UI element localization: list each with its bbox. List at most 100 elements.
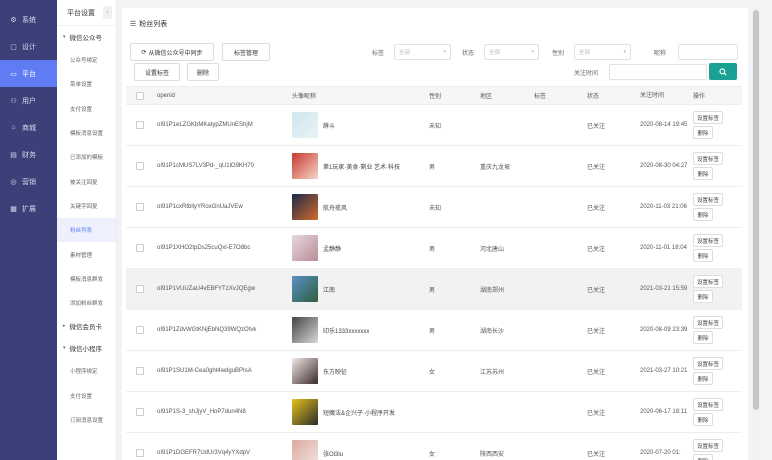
tag-filter-select[interactable]: 全部 ▾: [394, 44, 451, 60]
collapse-menu-button[interactable]: ‹: [103, 6, 112, 19]
scrollbar-thumb[interactable]: [753, 10, 759, 410]
delete-button[interactable]: 删除: [187, 63, 219, 81]
row-set-tag-button[interactable]: 设置标签: [693, 439, 724, 452]
submenu-group[interactable]: ▾ 微信公众号: [57, 26, 116, 48]
row-delete-button[interactable]: 删除: [693, 126, 713, 139]
status-cell: 已关注: [587, 328, 606, 335]
nickname: 短魔法&企兴子·小程序开发: [323, 410, 396, 417]
tag-manage-button[interactable]: 标签管理: [222, 43, 270, 61]
sidebar-item-extend[interactable]: ▦ 扩展: [0, 195, 57, 222]
row-checkbox-cell: [126, 326, 153, 334]
submenu-item[interactable]: 支付设置: [57, 384, 116, 408]
row-set-tag-button[interactable]: 设置标签: [693, 316, 724, 329]
row-checkbox[interactable]: [135, 326, 144, 334]
sidebar-item-mall[interactable]: ⌂ 商城: [0, 114, 57, 141]
sidebar-item-marketing[interactable]: ◎ 营销: [0, 168, 57, 195]
avatar-nickname-cell: 张Ol3lu: [290, 440, 427, 460]
submenu-item[interactable]: 订阅消息设置: [57, 408, 116, 432]
secondary-menu: 平台设置 ‹ ▾ 微信公众号 公众号绑定 菜单设置 支付设置 模板消息设置 已添加的模板 被关…: [57, 0, 117, 460]
follow-time-input[interactable]: [609, 64, 707, 80]
select-all-checkbox[interactable]: [135, 91, 144, 100]
row-checkbox-cell: [126, 162, 153, 170]
row-delete-button[interactable]: 删除: [693, 208, 713, 221]
submenu-item[interactable]: 模板消息设置: [57, 121, 116, 145]
row-set-tag-button[interactable]: 设置标签: [693, 398, 724, 411]
row-set-tag-button[interactable]: 设置标签: [693, 152, 724, 165]
submenu-item[interactable]: 模板消息群发: [57, 267, 116, 291]
row-checkbox[interactable]: [135, 285, 144, 293]
row-delete-button[interactable]: 删除: [693, 413, 713, 426]
follow-time-cell: 2020-07-20 01:: [640, 450, 681, 456]
avatar: [292, 317, 318, 343]
sidebar-item-platform[interactable]: ▭ 平台: [0, 60, 57, 87]
row-delete-button[interactable]: 删除: [693, 331, 713, 344]
gender-filter-select[interactable]: 全部 ▾: [574, 44, 631, 60]
row-checkbox[interactable]: [135, 367, 144, 375]
row-checkbox[interactable]: [135, 408, 144, 416]
row-set-tag-button[interactable]: 设置标签: [693, 193, 724, 206]
row-delete-button[interactable]: 删除: [693, 372, 713, 385]
row-delete-button[interactable]: 删除: [693, 454, 713, 460]
header-openid: openid: [157, 92, 176, 99]
row-checkbox-cell: [126, 449, 153, 457]
row-checkbox[interactable]: [135, 121, 144, 129]
table-row: oI91P1cMUS7LV3Pd-_qU1lO9KH70 第1玩家·美食·剩业 艺…: [126, 146, 742, 187]
page-scrollbar[interactable]: [752, 8, 760, 460]
status-filter-select[interactable]: 全部 ▾: [484, 44, 539, 60]
finance-icon: ▤: [10, 151, 17, 159]
search-button[interactable]: [709, 63, 737, 80]
sync-from-wechat-button[interactable]: ⟳ 从微信公众号中同步: [130, 43, 214, 61]
chevron-down-icon: ▾: [531, 49, 534, 55]
follow-time-cell: 2020-08-09 23:39: [640, 327, 688, 333]
submenu-item[interactable]: 粉丝列表: [57, 218, 116, 243]
sync-button-label: 从微信公众号中同步: [148, 50, 203, 57]
row-delete-button[interactable]: 删除: [693, 167, 713, 180]
search-icon: [719, 67, 727, 76]
sidebar-item-gear[interactable]: ⚙ 系统: [0, 6, 57, 33]
header-operations: 操作: [693, 94, 706, 100]
submenu-group[interactable]: ▸ 微信会员卡: [57, 315, 116, 337]
row-set-tag-button[interactable]: 设置标签: [693, 234, 724, 247]
row-delete-button[interactable]: 删除: [693, 249, 713, 262]
gender-cell: 男: [429, 328, 436, 335]
region-cell: 湖南郑州: [480, 287, 505, 294]
openid-cell: oI91P1ZdvWGtKNjEbNQ39WQzOtvk: [157, 327, 257, 333]
set-tag-button[interactable]: 设置标签: [134, 63, 180, 81]
sidebar-item-user[interactable]: ⚇ 用户: [0, 87, 57, 114]
gender-filter-label: 性别: [552, 51, 565, 57]
sync-icon: ⟳: [141, 49, 147, 56]
submenu-group[interactable]: ▾ 微信小程序: [57, 337, 116, 359]
list-icon: ☰: [130, 21, 137, 28]
row-set-tag-button[interactable]: 设置标签: [693, 111, 724, 124]
row-checkbox[interactable]: [135, 244, 144, 252]
submenu-item[interactable]: 关键字回复: [57, 194, 116, 218]
secondary-menu-list: ▾ 微信公众号 公众号绑定 菜单设置 支付设置 模板消息设置 已添加的模板 被关注回复 关键字回…: [57, 26, 116, 432]
openid-cell: oI91P1XHO2tpDs25cuQxl-E7O8bc: [157, 245, 251, 251]
submenu-item[interactable]: 素材管理: [57, 242, 116, 266]
table-row: oI91P1cxRtbllyYRoxGnUaJVEw 航舟揽风 未知 已关注 2020-…: [126, 187, 742, 228]
status-cell: 已关注: [587, 369, 606, 376]
submenu-item[interactable]: 菜单设置: [57, 72, 116, 96]
row-checkbox[interactable]: [135, 162, 144, 170]
avatar-nickname-cell: 江南: [290, 276, 427, 302]
submenu-item[interactable]: 已添加的模板: [57, 145, 116, 169]
sidebar-item-design[interactable]: ▢ 设计: [0, 33, 57, 60]
sidebar-item-finance[interactable]: ▤ 财务: [0, 141, 57, 168]
table-header: openid 头像昵称 性别 地区 标签 状态 关注时间 操作: [126, 86, 742, 105]
fans-table: openid 头像昵称 性别 地区 标签 状态 关注时间 操作 oI91P1eL…: [126, 86, 742, 460]
row-delete-button[interactable]: 删除: [693, 290, 713, 303]
follow-time-cell: 2020-11-01 18:04: [640, 245, 687, 251]
status-filter-label: 状态: [462, 51, 475, 57]
submenu-item[interactable]: 小程序绑定: [57, 359, 116, 383]
row-set-tag-button[interactable]: 设置标签: [693, 275, 724, 288]
row-checkbox[interactable]: [135, 449, 144, 457]
submenu-item[interactable]: 添加粉丝群发: [57, 291, 116, 315]
nickname-input[interactable]: [678, 44, 738, 60]
gender-cell: 男: [429, 246, 436, 253]
row-checkbox[interactable]: [135, 203, 144, 211]
submenu-item[interactable]: 支付设置: [57, 97, 116, 121]
submenu-item[interactable]: 被关注回复: [57, 169, 116, 193]
status-filter-value: 全部: [489, 50, 501, 56]
submenu-item[interactable]: 公众号绑定: [57, 48, 116, 72]
row-set-tag-button[interactable]: 设置标签: [693, 357, 724, 370]
